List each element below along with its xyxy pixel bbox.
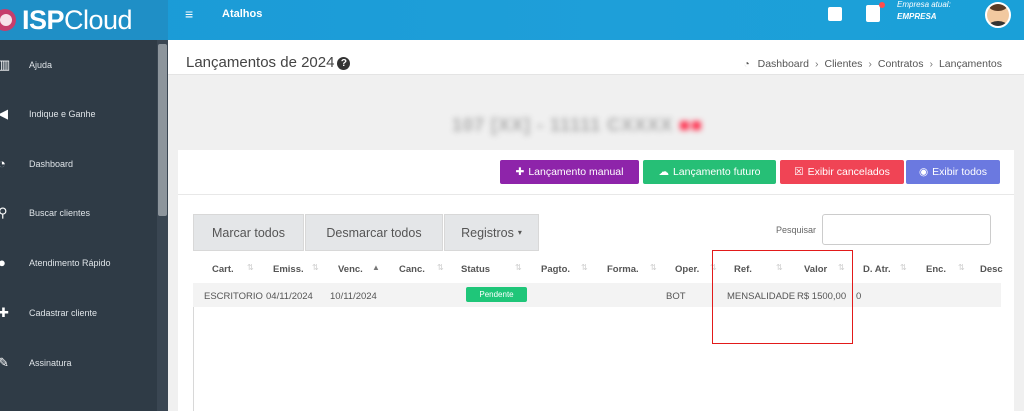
add-user-icon: ✚	[0, 305, 9, 320]
search-input[interactable]	[822, 214, 991, 245]
deselect-all-button[interactable]: Desmarcar todos	[305, 214, 443, 251]
column-header-cart[interactable]: Cart.	[212, 264, 234, 275]
logo-icon	[0, 9, 16, 31]
sidebar-item-dashboard[interactable]: ◔ Dashboard	[0, 149, 155, 179]
sort-asc-icon: ▲	[372, 263, 380, 272]
manual-launch-button[interactable]: ✚ Lançamento manual	[500, 160, 639, 184]
page-header: Lançamentos de 2024? ◔ Dashboard › Clien…	[168, 40, 1024, 75]
search-label: Pesquisar	[776, 225, 817, 235]
sort-icon: ⇅	[247, 263, 254, 272]
sort-icon: ⇅	[437, 263, 444, 272]
column-header-desc[interactable]: Desc	[980, 264, 1003, 275]
book-icon: ▥	[0, 57, 11, 72]
show-cancelled-button[interactable]: ☒ Exibir cancelados	[780, 160, 904, 184]
company-name[interactable]: EMPRESA	[897, 12, 937, 21]
column-header-enc[interactable]: Enc.	[926, 264, 946, 275]
eye-icon: ◉	[918, 166, 929, 178]
column-header-venc[interactable]: Venc.	[338, 264, 363, 275]
pen-icon: ✎	[0, 355, 9, 370]
select-all-button[interactable]: Marcar todos	[193, 214, 304, 251]
column-header-canc[interactable]: Canc.	[399, 264, 425, 275]
sidebar-item-indique[interactable]: ◀ Indique e Ganhe	[0, 99, 155, 129]
chevron-right-icon: ›	[868, 58, 872, 70]
column-header-oper[interactable]: Oper.	[675, 264, 699, 275]
breadcrumb-dashboard[interactable]: Dashboard	[758, 58, 809, 70]
sidebar-item-cadastrar[interactable]: ✚ Cadastrar cliente	[0, 298, 155, 328]
sort-icon: ⇅	[581, 263, 588, 272]
chevron-right-icon: ›	[929, 58, 933, 70]
search-icon: ⚲	[0, 205, 8, 220]
client-name: 107 [XX] - 11111 CXXXX ■■	[452, 115, 703, 135]
caret-down-icon: ▾	[517, 228, 522, 237]
cell-cart: ESCRITORIO	[204, 291, 263, 302]
chevron-right-icon: ›	[814, 58, 819, 70]
table-row[interactable]	[193, 283, 1001, 307]
notes-icon[interactable]	[828, 7, 842, 21]
future-launch-button[interactable]: ☁ Lançamento futuro	[643, 160, 776, 184]
cell-datr: 0	[856, 291, 862, 302]
megaphone-icon: ◀	[0, 106, 8, 121]
menu-toggle-icon[interactable]: ≡	[185, 6, 193, 22]
logo-bold: ISP	[22, 4, 65, 35]
plus-icon: ✚	[515, 166, 525, 178]
user-avatar[interactable]	[985, 2, 1011, 28]
column-header-pagto[interactable]: Pagto.	[541, 264, 570, 275]
close-square-icon: ☒	[794, 166, 804, 178]
sort-icon: ⇅	[312, 263, 319, 272]
sort-icon: ⇅	[900, 263, 907, 272]
table-border	[193, 307, 194, 411]
sidebar-item-assinatura[interactable]: ✎ Assinatura	[0, 348, 155, 378]
sidebar-item-label: Cadastrar cliente	[29, 308, 98, 318]
breadcrumb: ◔ Dashboard › Clientes › Contratos › Lan…	[744, 58, 1002, 70]
sidebar-item-buscar[interactable]: ⚲ Buscar clientes	[0, 198, 155, 228]
dashboard-icon: ◔	[743, 58, 750, 70]
sidebar-item-atendimento[interactable]: ● Atendimento Rápido	[0, 248, 155, 278]
sidebar-item-label: Buscar clientes	[29, 208, 91, 218]
dashboard-icon: ◔	[0, 156, 6, 171]
sidebar-item-label: Assinatura	[29, 358, 72, 368]
breadcrumb-clientes[interactable]: Clientes	[824, 58, 862, 70]
company-label: Empresa atual:	[897, 0, 951, 9]
column-header-datr[interactable]: D. Atr.	[863, 264, 891, 275]
building-icon[interactable]	[866, 2, 885, 22]
cell-emiss: 04/11/2024	[266, 291, 313, 302]
sort-icon: ⇅	[515, 263, 522, 272]
cell-venc: 10/11/2024	[330, 291, 377, 302]
help-icon[interactable]: ?	[337, 57, 351, 70]
column-header-status[interactable]: Status	[461, 264, 490, 275]
highlight-box	[712, 250, 853, 344]
breadcrumb-lancamentos: Lançamentos	[938, 58, 1002, 70]
cell-oper: BOT	[666, 291, 686, 302]
records-dropdown[interactable]: Registros ▾	[444, 214, 539, 251]
sidebar-item-label: Atendimento Rápido	[29, 258, 111, 268]
cloud-upload-icon: ☁	[658, 166, 669, 178]
users-icon: ●	[0, 255, 6, 270]
launches-card	[178, 150, 1014, 411]
logo-regular: Cloud	[64, 4, 133, 35]
sort-icon: ⇅	[958, 263, 965, 272]
show-all-button[interactable]: ◉ Exibir todos	[906, 160, 1000, 184]
column-header-forma[interactable]: Forma.	[607, 264, 639, 275]
app-logo[interactable]: ISPCloud	[0, 0, 168, 40]
divider	[178, 194, 1014, 195]
sidebar-item-label: Dashboard	[29, 159, 74, 169]
sort-icon: ⇅	[650, 263, 657, 272]
sidebar-item-label: Ajuda	[29, 60, 53, 70]
status-badge: Pendente	[466, 287, 527, 302]
breadcrumb-contratos[interactable]: Contratos	[878, 58, 924, 70]
page-title: Lançamentos de 2024?	[186, 54, 351, 71]
column-header-emiss[interactable]: Emiss.	[273, 264, 304, 275]
sidebar-scroll-thumb[interactable]	[158, 44, 167, 216]
shortcuts-menu[interactable]: Atalhos	[222, 8, 262, 20]
sidebar-item-label: Indique e Ganhe	[29, 109, 96, 119]
sidebar-item-ajuda[interactable]: ▥ Ajuda	[0, 50, 155, 80]
